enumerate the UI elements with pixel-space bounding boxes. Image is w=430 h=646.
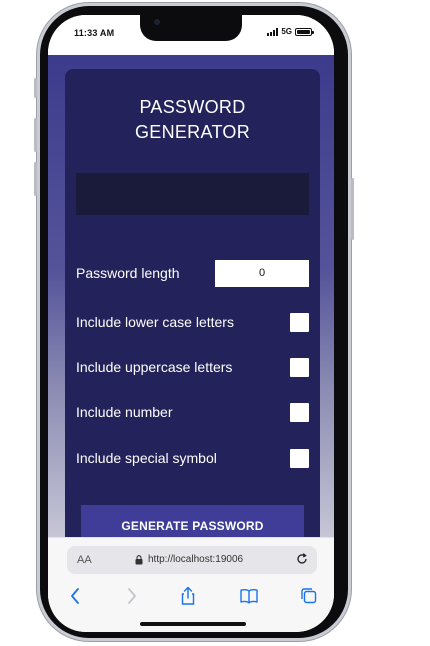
uppercase-checkbox[interactable] [290,357,309,377]
generate-password-button[interactable]: GENERATE PASSWORD [81,505,304,537]
option-row-symbol: Include special symbol [76,444,309,472]
status-indicators: 5G [267,27,314,36]
safari-toolbar: AA http://localhost:19006 [48,537,334,632]
length-label: Password length [76,265,180,281]
volume-down-button [34,162,37,196]
number-checkbox[interactable] [290,402,309,422]
page-title: PASSWORD GENERATOR [65,95,320,145]
length-input[interactable] [215,259,309,287]
aa-label: AA [77,554,92,566]
forward-icon[interactable] [121,586,141,606]
address-bar[interactable]: AA http://localhost:19006 [67,546,317,574]
title-line-2: GENERATOR [134,122,251,142]
battery-icon [295,27,314,36]
status-time: 11:33 AM [74,28,115,38]
url-text: http://localhost:19006 [148,554,244,565]
web-content: PASSWORD GENERATOR Password length Inclu… [48,55,334,537]
browser-nav [48,586,334,610]
lock-icon [135,555,143,565]
length-row: Password length [76,259,309,287]
bookmarks-icon[interactable] [239,586,259,606]
front-camera-icon [154,19,160,25]
volume-up-button [34,118,37,152]
title-line-1: PASSWORD [139,97,246,117]
option-label-symbol: Include special symbol [76,450,217,466]
signal-icon [267,27,279,36]
network-label: 5G [281,27,292,36]
generator-card: PASSWORD GENERATOR Password length Inclu… [65,69,320,537]
password-output[interactable] [76,173,309,215]
option-label-number: Include number [76,404,173,420]
option-label-uppercase: Include uppercase letters [76,359,233,375]
home-indicator [140,622,246,626]
option-row-number: Include number [76,398,309,426]
option-row-lowercase: Include lower case letters [76,308,309,336]
share-icon[interactable] [178,586,198,606]
tabs-icon[interactable] [299,586,319,606]
silent-switch [34,78,37,98]
phone-screen: 11:33 AM 5G PASSWORD GENERATOR Password … [48,15,334,632]
symbol-checkbox[interactable] [290,448,309,468]
option-label-lowercase: Include lower case letters [76,314,234,330]
notch [140,15,242,41]
option-row-uppercase: Include uppercase letters [76,353,309,381]
reload-icon[interactable] [295,552,309,566]
back-icon[interactable] [66,586,86,606]
status-bar: 11:33 AM 5G [48,15,334,55]
power-button [351,178,354,240]
reader-settings-button[interactable]: AA [77,554,92,566]
lowercase-checkbox[interactable] [290,312,309,332]
